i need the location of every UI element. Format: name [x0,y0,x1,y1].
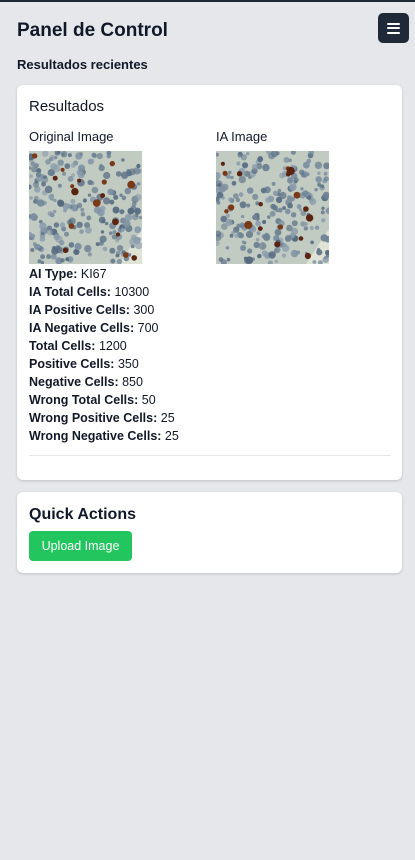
original-image [29,151,142,264]
section-subtitle: Resultados recientes [17,57,148,72]
stat-wrong-positive-cells: Wrong Positive Cells: 25 [29,411,175,425]
results-title: Resultados [29,98,105,115]
upload-image-button[interactable]: Upload Image [29,531,132,561]
stat-negative-cells: Negative Cells: 850 [29,375,143,389]
page-title: Panel de Control [17,20,168,41]
results-card: Resultados Original Image IA Image AI Ty… [17,85,402,480]
header: Panel de Control [17,13,409,48]
divider [29,455,391,456]
quick-actions-title: Quick Actions [29,506,136,523]
stat-wrong-total-cells: Wrong Total Cells: 50 [29,393,156,407]
menu-button[interactable] [378,13,409,43]
quick-actions-card: Quick Actions Upload Image [17,492,402,573]
stat-ia-total-cells: IA Total Cells: 10300 [29,285,150,299]
hamburger-menu-icon [387,22,400,34]
ia-image-label: IA Image [216,129,268,144]
stat-ia-negative-cells: IA Negative Cells: 700 [29,321,159,335]
stat-ia-positive-cells: IA Positive Cells: 300 [29,303,155,317]
stat-positive-cells: Positive Cells: 350 [29,357,139,371]
original-image-label: Original Image [29,129,114,144]
top-border [0,0,415,2]
stat-wrong-negative-cells: Wrong Negative Cells: 25 [29,429,179,443]
stat-ai-type: AI Type: KI67 [29,267,107,281]
ia-image [216,151,329,264]
stats-list: AI Type: KI67 IA Total Cells: 10300 IA P… [29,265,179,445]
stat-total-cells: Total Cells: 1200 [29,339,127,353]
